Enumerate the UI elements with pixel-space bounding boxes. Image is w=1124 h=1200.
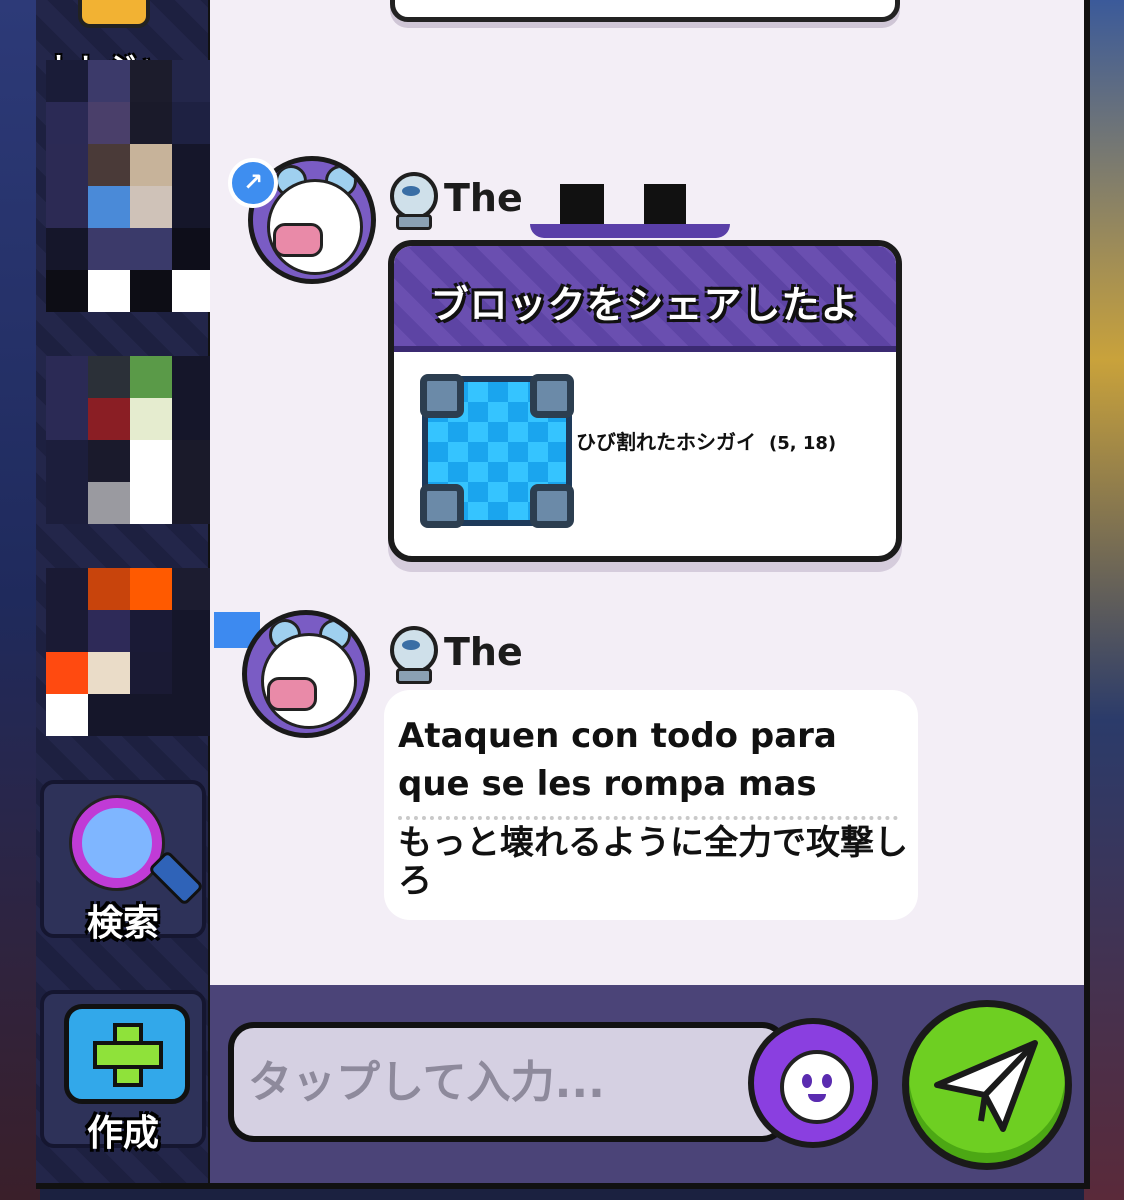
game-background-left <box>0 0 40 1200</box>
smiley-icon <box>780 1050 854 1124</box>
translated-message-text: もっと壊れるように全力で攻撃しろ <box>398 823 908 901</box>
redacted-mosaic-bottom <box>46 568 214 736</box>
block-icon <box>420 374 574 528</box>
original-message-text: Ataquen con todo para que se les rompa m… <box>398 716 837 804</box>
search-label: 検索 <box>86 903 159 944</box>
game-background-right <box>1084 0 1124 1200</box>
rank-globe-icon <box>386 172 438 230</box>
add-icon <box>64 1004 190 1104</box>
level-up-badge-icon: ↗ <box>228 158 278 208</box>
message-input[interactable] <box>228 1022 788 1142</box>
paper-plane-icon <box>934 1040 1038 1132</box>
avatar[interactable] <box>242 610 370 738</box>
block-coordinates: (5, 18) <box>768 433 837 454</box>
panel-border-right <box>1084 0 1090 1185</box>
rank-globe-icon <box>386 626 438 684</box>
share-card-title: ブロックをシェアしたよ <box>430 283 860 327</box>
create-button[interactable]: 作成 <box>40 990 206 1154</box>
create-label: 作成 <box>86 1113 159 1154</box>
search-button[interactable]: 検索 <box>40 780 206 944</box>
message-bubble[interactable]: Ataquen con todo para que se les rompa m… <box>384 690 918 920</box>
treasure-icon[interactable] <box>78 0 150 28</box>
block-share-card[interactable]: ブロックをシェアしたよ ひび割れたホシガイ (5, 18) <box>388 240 902 562</box>
redacted-mosaic-top <box>46 60 214 312</box>
message-username: Then <box>444 630 524 674</box>
previous-message-card <box>390 0 900 22</box>
message-username: Then <box>444 176 524 220</box>
magnifier-icon <box>72 798 162 888</box>
panel-border-bottom <box>36 1183 1090 1189</box>
redacted-bar <box>530 224 730 238</box>
block-name: ひび割れたホシガイ (5, 18) <box>576 430 837 454</box>
emoji-button[interactable] <box>748 1018 878 1148</box>
redacted-mosaic-middle <box>46 356 214 524</box>
send-button[interactable] <box>902 1000 1072 1170</box>
translation-divider <box>398 816 898 820</box>
